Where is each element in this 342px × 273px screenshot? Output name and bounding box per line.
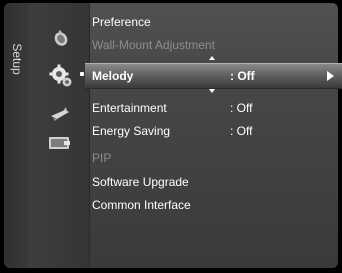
menu-item-preference[interactable]: Preference [92, 15, 151, 29]
gear-icon [49, 64, 72, 87]
menu-item-entertainment[interactable]: Entertainment [92, 101, 167, 115]
tv-menu-screen: Setup Preference Wall-Mount Adjustment M… [0, 0, 342, 273]
rocket-icon [51, 107, 69, 121]
melody-value: : Off [230, 69, 255, 83]
menu-item-software-upgrade[interactable]: Software Upgrade [92, 175, 189, 189]
selection-bullet-icon [80, 72, 84, 76]
setup-label-wrap: Setup [4, 29, 29, 89]
menu-item-common-interface[interactable]: Common Interface [92, 198, 191, 212]
column-divider [89, 3, 90, 268]
satellite-dish-icon [54, 29, 68, 46]
menu-item-energy-saving[interactable]: Energy Saving [92, 124, 170, 138]
menu-item-melody[interactable]: Melody [92, 69, 133, 83]
scroll-down-arrow-icon [209, 89, 215, 93]
menu-item-pip: PIP [92, 151, 112, 165]
scroll-up-arrow-icon [209, 56, 215, 60]
entertainment-value: : Off [230, 101, 253, 115]
menu-item-wall-mount-adjustment: Wall-Mount Adjustment [92, 38, 215, 52]
input-icon [49, 137, 70, 149]
setup-tab[interactable]: Setup [4, 3, 29, 268]
energy-saving-value: : Off [230, 124, 253, 138]
enter-arrow-icon[interactable] [327, 71, 334, 81]
setup-label: Setup [9, 43, 24, 75]
